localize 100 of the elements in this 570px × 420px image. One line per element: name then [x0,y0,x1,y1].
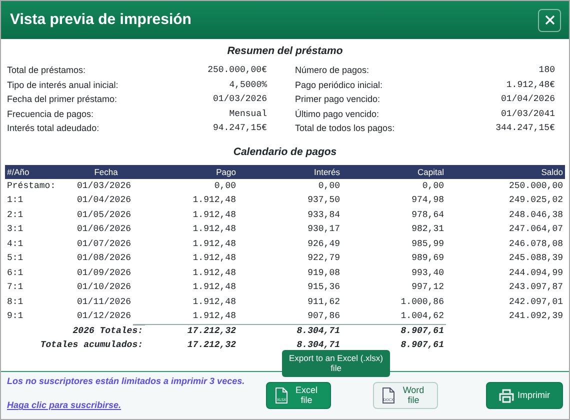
print-button[interactable]: Imprimir [486,382,563,409]
table-cell-text: 922,79 [306,252,341,265]
table-cell-text: 1.912,48 [192,296,237,308]
table-cell-text: 4:1 [6,238,24,250]
close-button[interactable] [538,8,561,32]
notice-text: Los no suscriptores están limitados a imprimir 3 veces. [7,374,246,388]
table-cell-text: 1.912,48 [192,238,237,250]
section-title: Resumen del préstamo [226,44,344,59]
summary-label: Total de préstamos: [7,64,86,78]
table-cell-text: 01/07/2026 [76,238,132,250]
total-cell-text: 17.212,32 [186,339,237,352]
column-header: Interés [238,165,342,179]
summary-label: Número de pagos: [295,64,370,78]
table-cell: 01/03/2026 [67,179,145,194]
summary-label: Primer pago vencido: [295,93,380,106]
table-cell: 1.912,48 [145,310,238,324]
summary-value: 344.247,15€ [496,122,555,136]
summary-label: Frecuencia de pagos: [7,108,94,121]
table-cell-text: 989,69 [410,252,445,265]
table-cell-text: 248.046,38 [508,208,564,222]
table-cell: 1.004,62 [342,310,446,324]
tooltip: Export to an Excel (.xlsx) file [282,350,390,377]
total-cell: 8.907,61 [342,324,446,338]
table-cell-text: 1.912,48 [192,194,237,207]
table-cell-text: 1.912,48 [192,266,237,280]
summary-label: Tipo de interés anual inicial: [7,78,118,92]
summary-label: Fecha del primer préstamo: [7,93,118,106]
column-header: Capital [342,165,446,179]
table-cell-text: 5:1 [6,252,24,265]
summary-value: 01/03/2026 [212,93,267,106]
table-cell-text: 974,98 [410,194,445,207]
column-header: Saldo [446,165,565,179]
table-cell-text: 937,50 [306,194,341,207]
table-cell-text: 982,31 [410,223,445,236]
table-cell: Préstamo: [5,179,67,194]
table-cell-text: 243.097,87 [508,281,564,294]
table-cell-text: 930,17 [306,223,341,236]
summary-value: Mensual [229,108,267,121]
table-cell-text: 01/11/2026 [76,296,132,308]
table-cell-text: 1.912,48 [192,223,237,236]
table-cell-text: 993,40 [410,266,445,280]
summary-value: 250.000,00€ [208,64,267,78]
table-cell: 907,86 [238,310,342,324]
column-header: Pago [145,165,238,179]
table-cell-text: 926,49 [306,238,341,250]
table-cell-text: 915,36 [306,281,341,294]
table-cell-text: 933,84 [306,208,341,222]
summary-value: 180 [538,64,555,78]
table-cell: 0,00 [145,179,238,194]
summary-label: Pago periódico inicial: [295,78,383,92]
table-cell-text: 8:1 [6,296,24,308]
table-cell-text: 911,62 [306,296,341,308]
summary-value: 01/04/2026 [500,93,555,106]
section-title: Calendario de pagos [232,145,338,160]
table-cell-text: 985,99 [410,238,445,250]
table-cell: 241.092,39 [446,310,565,324]
total-cell: 8.304,71 [238,324,342,338]
table-cell-text: 01/09/2026 [76,266,132,280]
table-cell-text: 244.094,99 [508,266,564,280]
table-cell-text: 01/08/2026 [76,252,132,265]
table-cell-text: 2:1 [6,208,24,222]
printer-icon [498,388,514,402]
total-cell-text: 8.907,61 [400,339,445,352]
summary-label: Total de todos los pagos: [295,122,395,136]
close-icon [544,15,554,25]
subscribe-link[interactable]: Haga clic para suscribirse. [7,400,122,410]
table-cell-text: 249.025,02 [508,194,564,207]
table-cell-text: 246.078,08 [508,238,564,250]
table-cell: 0,00 [238,179,342,194]
table-cell-text: 919,08 [306,266,341,280]
table-cell-text: 247.064,07 [508,223,564,236]
table-cell-text: 978,64 [410,208,445,222]
table-cell-text: 01/06/2026 [76,223,132,236]
summary-label: Último pago vencido: [295,108,380,121]
table-cell-text: 7:1 [6,281,24,294]
table-cell-text: 01/04/2026 [76,194,132,207]
table-cell-text: 242.097,01 [508,296,564,308]
table-cell-text: 01/05/2026 [76,208,132,222]
table-cell-text: 1.912,48 [192,208,237,222]
table-cell-text: 9:1 [6,310,24,323]
dialog-title: Vista previa de impresión [10,11,192,29]
summary-value: 01/03/2041 [500,108,555,121]
summary-label: Interés total adeudado: [7,122,100,136]
table-cell-text: 1.912,48 [192,252,237,265]
table-cell-text: 997,12 [410,281,445,294]
table-cell-text: 1:1 [6,194,24,207]
column-header: #/Año [5,165,67,179]
table-cell-text: 3:1 [6,223,24,236]
table-cell-text: 245.088,39 [508,252,564,265]
table-cell-text: 6:1 [6,266,24,280]
table-cell: 250.000,00 [446,179,565,194]
table-cell-text: 1.912,48 [192,281,237,294]
total-cell: 17.212,32 [145,324,238,338]
summary-value: 1.912,48€ [506,78,555,92]
total-label: Totales acumulados: [39,339,144,352]
table-cell: 01/12/2026 [67,310,145,324]
column-header: Fecha [67,165,145,179]
total-cell-text: 8.304,71 [296,339,341,352]
table-cell-text: 01/10/2026 [76,281,132,294]
summary-value: 94.247,15€ [212,122,267,136]
